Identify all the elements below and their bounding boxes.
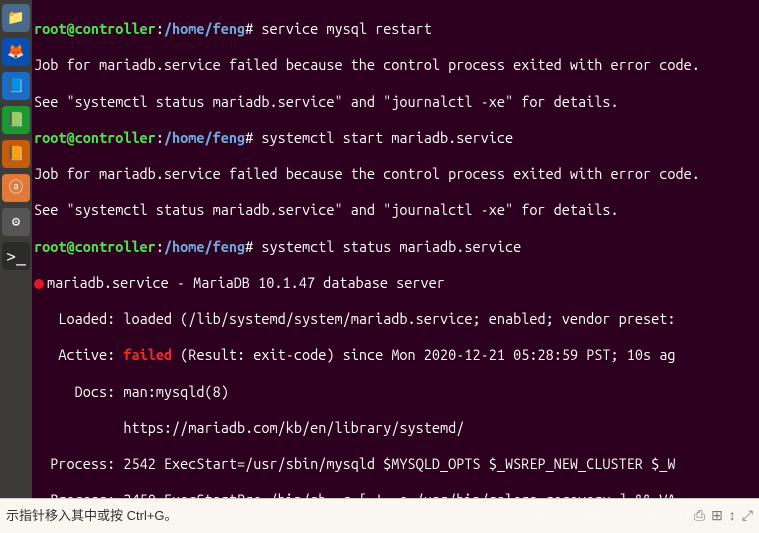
output-see-details-2: See "systemctl status mariadb.service" a…: [34, 201, 757, 219]
tray-icon-1[interactable]: ⎙: [694, 507, 705, 525]
active-line: Active: failed (Result: exit-code) since…: [34, 346, 757, 364]
docs-line-1: Docs: man:mysqld(8): [34, 383, 757, 401]
tray-icon-2[interactable]: ⊞: [711, 507, 723, 525]
tray-icon-3[interactable]: ↕: [729, 507, 736, 525]
status-dot-red-icon: [34, 279, 44, 289]
prompt-line-3: root@controller:/home/feng# systemctl st…: [34, 238, 757, 256]
terminal-icon[interactable]: >_: [2, 242, 30, 270]
watermark: https://blog.csdn.net/zhonefofAI: [491, 509, 689, 525]
command-2: systemctl start mariadb.service: [261, 129, 513, 146]
output-job-fail-1: Job for mariadb.service failed because t…: [34, 56, 757, 74]
unity-launcher[interactable]: 📁 🦊 📘 📗 📙 ⓐ ⚙ >_: [0, 0, 32, 533]
calc-icon[interactable]: 📗: [2, 106, 30, 134]
process-line-1: Process: 2542 ExecStart=/usr/sbin/mysqld…: [34, 455, 757, 473]
prompt-user-host: root@controller: [34, 20, 156, 37]
impress-icon[interactable]: 📙: [2, 140, 30, 168]
process-line-2: Process: 2450 ExecStartPre=/bin/sh -c [ …: [34, 491, 757, 498]
loaded-line: Loaded: loaded (/lib/systemd/system/mari…: [34, 310, 757, 328]
command-1: service mysql restart: [261, 20, 432, 37]
prompt-line-1: root@controller:/home/feng# service mysq…: [34, 20, 757, 38]
docs-line-2: https://mariadb.com/kb/en/library/system…: [34, 419, 757, 437]
system-tray[interactable]: ⎙ ⊞ ↕ ⤢: [694, 507, 753, 525]
writer-icon[interactable]: 📘: [2, 72, 30, 100]
output-see-details-1: See "systemctl status mariadb.service" a…: [34, 93, 757, 111]
files-icon[interactable]: 📁: [2, 4, 30, 32]
firefox-icon[interactable]: 🦊: [2, 38, 30, 66]
active-failed: failed: [123, 346, 172, 363]
unit-header: mariadb.service - MariaDB 10.1.47 databa…: [34, 274, 757, 292]
terminal-window[interactable]: root@controller:/home/feng# service mysq…: [32, 0, 759, 498]
tray-icon-4[interactable]: ⤢: [742, 507, 753, 525]
output-job-fail-2: Job for mariadb.service failed because t…: [34, 165, 757, 183]
settings-icon[interactable]: ⚙: [2, 208, 30, 236]
bottom-hint: 示指针移入其中或按 Ctrl+G。: [6, 508, 178, 524]
command-3: systemctl status mariadb.service: [261, 238, 521, 255]
prompt-path: /home/feng: [164, 20, 245, 37]
amazon-icon[interactable]: ⓐ: [2, 174, 30, 202]
prompt-line-2: root@controller:/home/feng# systemctl st…: [34, 129, 757, 147]
